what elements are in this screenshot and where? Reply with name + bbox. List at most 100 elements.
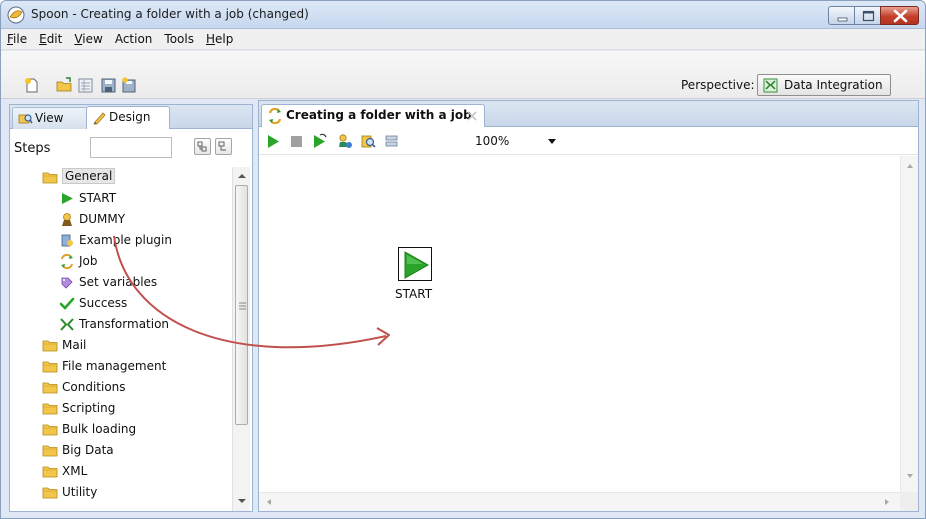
steps-header: Steps bbox=[10, 130, 252, 164]
replay-icon[interactable] bbox=[311, 133, 328, 150]
scroll-down-arrow-icon[interactable] bbox=[901, 470, 919, 482]
zoom-select[interactable]: 100% bbox=[475, 132, 561, 152]
scrollbar-thumb[interactable] bbox=[235, 185, 248, 425]
menu-action[interactable]: Action bbox=[115, 32, 153, 46]
collapse-all-button[interactable] bbox=[215, 138, 232, 155]
start-entry-icon bbox=[404, 251, 429, 279]
job-icon bbox=[268, 108, 282, 124]
dummy-icon bbox=[62, 213, 72, 226]
close-tab-icon[interactable] bbox=[465, 109, 479, 123]
tree-step-item[interactable]: DUMMY bbox=[10, 209, 232, 230]
menu-edit[interactable]: Edit bbox=[39, 32, 62, 46]
scroll-up-arrow-icon[interactable] bbox=[233, 170, 251, 182]
tree-item-label: General bbox=[62, 168, 116, 184]
tab-view[interactable]: View bbox=[12, 107, 88, 129]
tree-step-item[interactable]: Success bbox=[10, 293, 232, 314]
tree-folder-item[interactable]: Big Data bbox=[10, 440, 232, 461]
minimize-icon bbox=[837, 17, 848, 22]
open-folder-icon[interactable] bbox=[56, 77, 73, 94]
menu-tools[interactable]: Tools bbox=[164, 32, 194, 46]
menu-bar: File Edit View Action Tools Help bbox=[1, 29, 925, 50]
perspective-value: Data Integration bbox=[784, 78, 883, 92]
start-entry-node[interactable] bbox=[398, 247, 432, 281]
steps-scrollbar[interactable] bbox=[232, 167, 250, 511]
impact-analysis-icon[interactable] bbox=[360, 133, 377, 150]
expand-tree-icon bbox=[197, 141, 207, 152]
window-title: Spoon - Creating a folder with a job (ch… bbox=[31, 7, 309, 21]
tree-item-label: Set variables bbox=[79, 275, 158, 289]
dropdown-arrow-icon bbox=[548, 139, 556, 144]
maximize-icon bbox=[862, 10, 875, 22]
tree-folder-item[interactable]: Conditions bbox=[10, 377, 232, 398]
tree-item-label: DUMMY bbox=[79, 212, 126, 226]
tree-step-item[interactable]: Set variables bbox=[10, 272, 232, 293]
maximize-button[interactable] bbox=[854, 6, 881, 25]
perspective-button[interactable]: Data Integration bbox=[757, 74, 891, 96]
menu-help[interactable]: Help bbox=[206, 32, 233, 46]
check-job-icon[interactable] bbox=[337, 133, 354, 150]
title-bar[interactable]: Spoon - Creating a folder with a job (ch… bbox=[1, 1, 925, 29]
setvar-icon bbox=[61, 277, 73, 289]
folder-icon bbox=[42, 487, 58, 499]
tree-folder-item[interactable]: XML bbox=[10, 461, 232, 482]
folder-icon bbox=[42, 424, 58, 436]
scroll-right-arrow-icon[interactable] bbox=[881, 493, 893, 511]
job-canvas[interactable]: START bbox=[259, 156, 900, 492]
minimize-button[interactable] bbox=[828, 6, 855, 25]
job-toolbar: 100% bbox=[259, 128, 918, 155]
tree-step-item[interactable]: START bbox=[10, 188, 232, 209]
tree-folder-item[interactable]: General bbox=[10, 167, 232, 188]
tab-design-label: Design bbox=[109, 110, 151, 124]
save-icon[interactable] bbox=[100, 77, 117, 94]
tree-folder-item[interactable]: Utility bbox=[10, 482, 232, 503]
expand-all-button[interactable] bbox=[194, 138, 211, 155]
new-file-icon[interactable] bbox=[23, 77, 40, 94]
folder-icon bbox=[42, 403, 58, 415]
folder-icon bbox=[42, 382, 58, 394]
plugin-icon bbox=[61, 234, 73, 247]
tab-job[interactable]: Creating a folder with a job bbox=[261, 104, 485, 127]
collapse-tree-icon bbox=[218, 141, 226, 151]
spoon-window: Spoon - Creating a folder with a job (ch… bbox=[0, 0, 926, 519]
folder-icon bbox=[42, 340, 58, 352]
tree-folder-item[interactable]: Scripting bbox=[10, 398, 232, 419]
tree-item-label: Success bbox=[79, 296, 128, 310]
canvas-horizontal-scrollbar[interactable] bbox=[259, 492, 900, 511]
steps-search-input[interactable] bbox=[90, 137, 172, 158]
tree-folder-item[interactable]: File management bbox=[10, 356, 232, 377]
menu-file[interactable]: File bbox=[7, 32, 27, 46]
tree-step-item[interactable]: Transformation bbox=[10, 314, 232, 335]
tree-item-label: Job bbox=[79, 254, 98, 268]
tree-item-label: Example plugin bbox=[79, 233, 172, 247]
tree-step-item[interactable]: Job bbox=[10, 251, 232, 272]
stop-icon[interactable] bbox=[288, 133, 305, 150]
design-panel: View Design Steps General START DUMMY Examp… bbox=[9, 104, 253, 512]
explore-repository-icon[interactable] bbox=[77, 77, 94, 94]
tree-item-label: Mail bbox=[62, 338, 87, 352]
tab-design[interactable]: Design bbox=[86, 106, 170, 129]
canvas-vertical-scrollbar[interactable] bbox=[900, 156, 918, 492]
save-as-icon[interactable] bbox=[121, 77, 138, 94]
tree-folder-item[interactable]: Mail bbox=[10, 335, 232, 356]
job-editor-panel: Creating a folder with a job 100% START bbox=[258, 100, 919, 512]
start-entry-label: START bbox=[395, 287, 433, 301]
run-icon[interactable] bbox=[265, 133, 282, 150]
steps-tree: General START DUMMY Example plugin Job Set va… bbox=[10, 167, 232, 511]
tree-item-label: Big Data bbox=[62, 443, 114, 457]
scroll-up-arrow-icon[interactable] bbox=[901, 160, 919, 172]
tree-item-label: Scripting bbox=[62, 401, 116, 415]
start-icon bbox=[62, 193, 73, 204]
pencil-icon bbox=[93, 112, 106, 125]
spoon-app-icon bbox=[7, 6, 25, 24]
scroll-left-arrow-icon[interactable] bbox=[263, 493, 275, 511]
tree-step-item[interactable]: Example plugin bbox=[10, 230, 232, 251]
scroll-down-arrow-icon[interactable] bbox=[233, 495, 251, 507]
close-button[interactable] bbox=[880, 6, 919, 25]
tree-folder-item[interactable]: Bulk loading bbox=[10, 419, 232, 440]
job-icon bbox=[61, 254, 73, 269]
perspective-label: Perspective: bbox=[681, 78, 755, 92]
tree-item-label: Bulk loading bbox=[62, 422, 137, 436]
menu-view[interactable]: View bbox=[74, 32, 102, 46]
close-icon bbox=[893, 9, 908, 23]
sql-database-icon[interactable] bbox=[383, 133, 400, 150]
